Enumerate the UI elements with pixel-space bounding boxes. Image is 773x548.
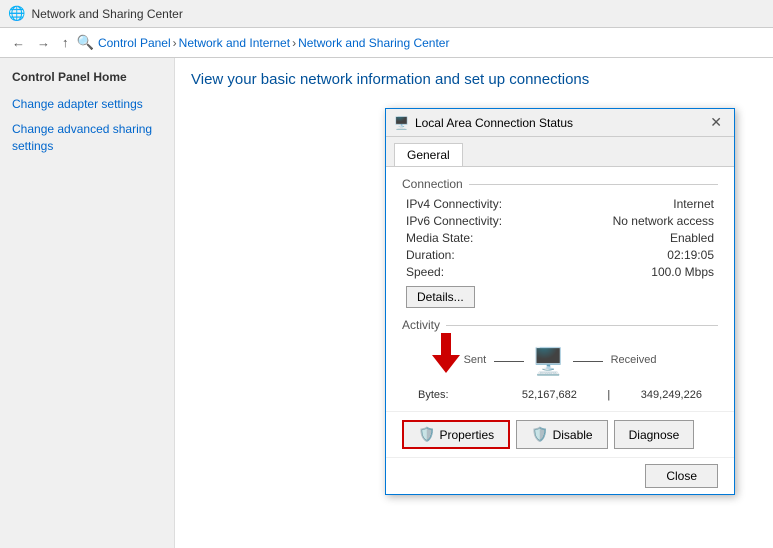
diagnose-button[interactable]: Diagnose	[614, 420, 695, 449]
computer-icon: 🖥️	[532, 346, 564, 377]
activity-section: Activity Sent 🖥️	[402, 318, 718, 401]
media-value: Enabled	[670, 231, 714, 245]
disable-shield-icon: 🛡️	[531, 426, 548, 443]
media-row: Media State: Enabled	[402, 231, 718, 245]
speed-row: Speed: 100.0 Mbps	[402, 265, 718, 279]
speed-label: Speed:	[406, 265, 444, 279]
sent-line	[494, 361, 524, 362]
close-button[interactable]: Close	[645, 464, 718, 488]
dialog-body: Connection IPv4 Connectivity: Internet I…	[386, 167, 734, 411]
sidebar: Control Panel Home Change adapter settin…	[0, 58, 175, 548]
disable-button[interactable]: 🛡️ Disable	[516, 420, 607, 449]
dialog-icon: 🖥️	[394, 116, 409, 130]
window-icon: 🌐	[8, 5, 25, 22]
tab-general[interactable]: General	[394, 143, 463, 166]
back-button[interactable]: ←	[8, 33, 29, 52]
ipv6-value: No network access	[613, 214, 714, 228]
ipv4-value: Internet	[673, 197, 714, 211]
dialog-footer: 🛡️ Properties 🛡️ Disable Diagnose	[386, 411, 734, 457]
activity-annotation-arrow	[432, 333, 460, 373]
title-bar: 🌐 Network and Sharing Center	[0, 0, 773, 28]
ipv6-row: IPv6 Connectivity: No network access	[402, 214, 718, 228]
speed-value: 100.0 Mbps	[651, 265, 714, 279]
location-icon: 🔍	[77, 34, 94, 51]
dialog-title: Local Area Connection Status	[415, 116, 573, 130]
media-label: Media State:	[406, 231, 473, 245]
connection-header: Connection	[402, 177, 718, 191]
details-button[interactable]: Details...	[406, 286, 475, 308]
content-area: View your basic network information and …	[175, 58, 773, 548]
sidebar-link-advanced[interactable]: Change advanced sharingsettings	[12, 121, 162, 155]
sent-bytes-spacer	[479, 389, 491, 401]
breadcrumb: Control Panel › Network and Internet › N…	[98, 36, 450, 50]
bytes-row: Bytes: 52,167,682 | 349,249,226	[402, 389, 718, 401]
duration-label: Duration:	[406, 248, 455, 262]
sent-bytes: 52,167,682	[522, 389, 577, 401]
page-title: View your basic network information and …	[191, 70, 757, 90]
received-line	[573, 361, 603, 362]
breadcrumb-network-internet[interactable]: Network and Internet	[179, 36, 290, 50]
sidebar-link-adapter[interactable]: Change adapter settings	[12, 96, 162, 113]
breadcrumb-control-panel[interactable]: Control Panel	[98, 36, 171, 50]
breadcrumb-sharing-center[interactable]: Network and Sharing Center	[298, 36, 449, 50]
ipv4-label: IPv4 Connectivity:	[406, 197, 502, 211]
main-layout: Control Panel Home Change adapter settin…	[0, 58, 773, 548]
activity-header: Activity	[402, 318, 718, 332]
forward-button[interactable]: →	[33, 33, 54, 52]
sent-label: Sent	[464, 354, 487, 370]
dialog-close-button[interactable]: ✕	[706, 114, 726, 131]
window-title: Network and Sharing Center	[31, 7, 182, 21]
received-bytes: 349,249,226	[641, 389, 702, 401]
address-bar: ← → ↑ 🔍 Control Panel › Network and Inte…	[0, 28, 773, 58]
connection-section: Connection IPv4 Connectivity: Internet I…	[402, 177, 718, 308]
ipv6-label: IPv6 Connectivity:	[406, 214, 502, 228]
duration-value: 02:19:05	[667, 248, 714, 262]
received-label: Received	[611, 354, 657, 370]
properties-button[interactable]: 🛡️ Properties	[402, 420, 510, 449]
sidebar-title: Control Panel Home	[12, 70, 162, 84]
up-button[interactable]: ↑	[58, 33, 73, 52]
dialog-tabs: General	[386, 137, 734, 167]
dialog-title-bar: 🖥️ Local Area Connection Status ✕	[386, 109, 734, 137]
ipv4-row: IPv4 Connectivity: Internet	[402, 197, 718, 211]
dialog-close-bottom: Close	[386, 457, 734, 494]
bytes-label: Bytes:	[418, 389, 449, 401]
duration-row: Duration: 02:19:05	[402, 248, 718, 262]
properties-shield-icon: 🛡️	[418, 426, 435, 443]
dialog-local-connection-status: 🖥️ Local Area Connection Status ✕ Genera…	[385, 108, 735, 495]
